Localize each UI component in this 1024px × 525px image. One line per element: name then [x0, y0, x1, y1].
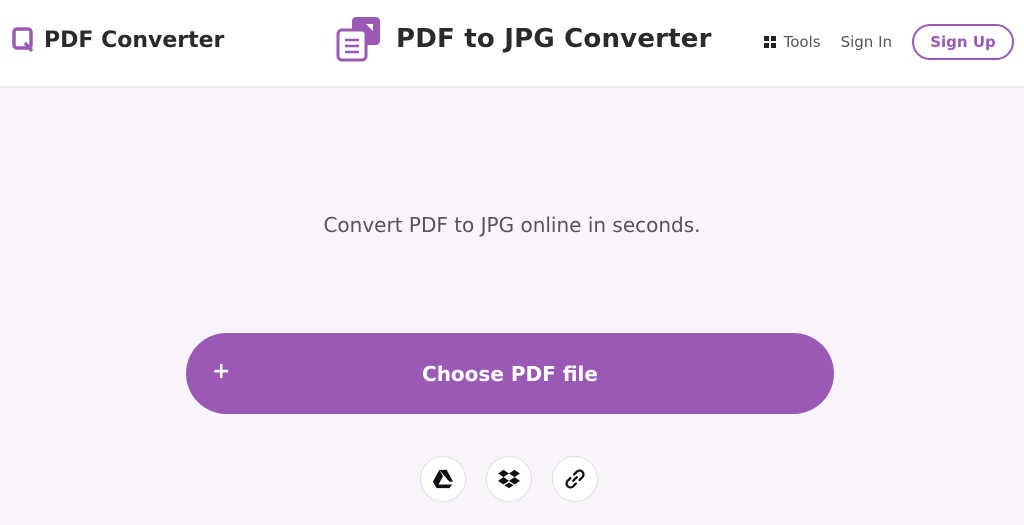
brand-logo-icon — [12, 27, 34, 53]
choose-pdf-file-button[interactable]: + Choose PDF file — [186, 333, 834, 414]
page-subtitle: Convert PDF to JPG online in seconds. — [323, 213, 701, 237]
tools-label: Tools — [783, 33, 821, 51]
url-link-button[interactable] — [552, 456, 598, 502]
brand-name: PDF Converter — [44, 27, 225, 53]
header: PDF Converter PDF to JPG Converter Tools… — [0, 0, 1024, 86]
google-drive-button[interactable] — [420, 456, 466, 502]
google-drive-icon — [432, 469, 454, 489]
dropbox-icon — [498, 469, 520, 489]
choose-file-label: Choose PDF file — [422, 362, 598, 386]
signup-button[interactable]: Sign Up — [912, 24, 1014, 60]
upload-sources — [420, 456, 618, 502]
page-title: PDF to JPG Converter — [336, 16, 712, 62]
dropbox-button[interactable] — [486, 456, 532, 502]
link-icon — [565, 469, 585, 489]
brand-logo-link[interactable]: PDF Converter — [12, 26, 224, 54]
top-nav: Tools Sign In Sign Up — [763, 24, 1014, 60]
grid-icon — [763, 36, 776, 48]
pdf-convert-icon — [336, 17, 380, 62]
page-heading-text: PDF to JPG Converter — [396, 24, 712, 54]
tools-menu[interactable]: Tools — [763, 33, 821, 51]
signin-link[interactable]: Sign In — [841, 33, 892, 51]
